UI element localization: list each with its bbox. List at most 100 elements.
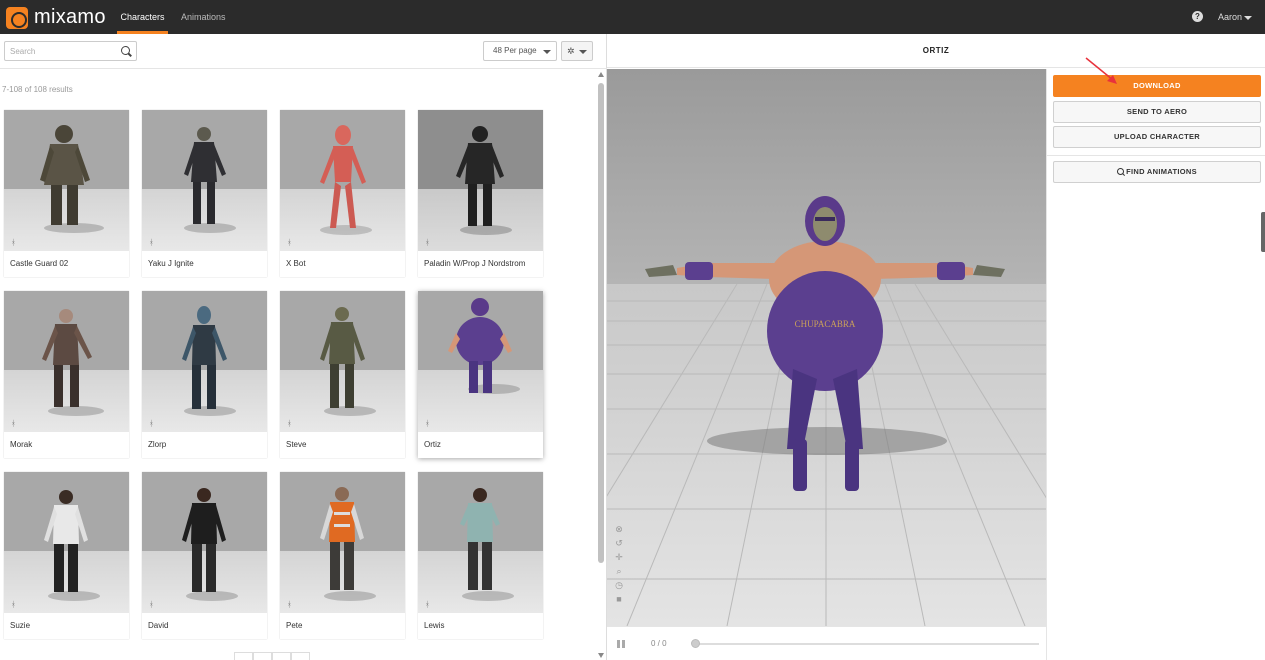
rig-icon: ᚼ xyxy=(11,238,16,247)
character-thumbnail: ᚼ xyxy=(418,110,543,251)
action-panel: DOWNLOAD SEND TO AERO UPLOAD CHARACTER F… xyxy=(1046,69,1265,660)
help-icon[interactable]: ? xyxy=(1192,11,1203,22)
search-input[interactable] xyxy=(10,45,115,58)
tab-characters[interactable]: Characters xyxy=(117,0,168,34)
per-page-value: 48 Per page xyxy=(493,46,537,55)
send-to-aero-button[interactable]: SEND TO AERO xyxy=(1053,101,1261,123)
scroll-up-arrow-icon[interactable] xyxy=(598,72,604,77)
character-thumbnail: ᚼ xyxy=(142,472,267,613)
character-name: Lewis xyxy=(424,621,445,630)
toolbar-divider xyxy=(0,68,607,69)
page-button[interactable] xyxy=(253,652,272,660)
character-card[interactable]: ᚼ Morak xyxy=(4,291,129,458)
character-card[interactable]: ᚼ Lewis xyxy=(418,472,543,639)
character-card[interactable]: ᚼ Yaku J Ignite xyxy=(142,110,267,277)
per-page-select[interactable]: 48 Per page xyxy=(483,41,557,61)
top-bar: mixamo Characters Animations ? Aaron xyxy=(0,0,1265,34)
upload-character-button[interactable]: UPLOAD CHARACTER xyxy=(1053,126,1261,148)
scroll-down-arrow-icon[interactable] xyxy=(598,653,604,658)
character-title: ORTIZ xyxy=(922,46,950,55)
results-count: 7-108 of 108 results xyxy=(2,85,73,94)
character-thumbnail: ᚼ xyxy=(142,110,267,251)
annotation-arrow-icon xyxy=(1085,57,1117,84)
rig-icon: ᚼ xyxy=(287,600,292,609)
rig-icon: ᚼ xyxy=(149,419,154,428)
gear-icon: ✲ xyxy=(566,46,575,56)
viewport-tools: ⊗ ↺ ✛ ⌕ ◷ ■ xyxy=(614,524,626,608)
reset-view-icon[interactable]: ⊗ xyxy=(614,524,624,534)
page-button[interactable] xyxy=(291,652,310,660)
character-card[interactable]: ᚼ Steve xyxy=(280,291,405,458)
viewer-header: ORTIZ xyxy=(607,34,1265,68)
rotate-icon[interactable]: ↺ xyxy=(614,538,624,548)
chevron-down-icon xyxy=(579,49,588,54)
search-icon[interactable] xyxy=(121,46,130,55)
scene-render xyxy=(607,69,1046,626)
mixamo-logo-icon xyxy=(6,6,28,29)
rig-icon: ᚼ xyxy=(149,238,154,247)
side-panel-tab[interactable] xyxy=(1261,212,1265,252)
scrollbar[interactable] xyxy=(596,70,606,660)
character-name: Morak xyxy=(10,440,33,449)
scroll-thumb[interactable] xyxy=(598,83,604,563)
character-card[interactable]: ᚼ Paladin W/Prop J Nordstrom xyxy=(418,110,543,277)
character-name: Yaku J Ignite xyxy=(148,259,194,268)
character-name: Paladin W/Prop J Nordstrom xyxy=(424,259,526,268)
clock-icon[interactable]: ◷ xyxy=(614,580,624,590)
character-thumbnail: ᚼ xyxy=(280,110,405,251)
rig-icon: ᚼ xyxy=(425,419,430,428)
character-card-selected[interactable]: ᚼ Ortiz xyxy=(418,291,543,458)
character-thumbnail: ᚼ xyxy=(4,110,129,251)
pan-icon[interactable]: ✛ xyxy=(614,552,624,562)
rig-icon: ᚼ xyxy=(11,600,16,609)
rig-icon: ᚼ xyxy=(287,238,292,247)
tab-animations[interactable]: Animations xyxy=(181,0,226,34)
character-thumbnail: ᚼ xyxy=(280,291,405,432)
character-name: Suzie xyxy=(10,621,31,630)
character-card[interactable]: ᚼ Suzie xyxy=(4,472,129,639)
logo-text: mixamo xyxy=(34,6,106,28)
character-thumbnail: ᚼ xyxy=(280,472,405,613)
character-thumbnail: ᚼ xyxy=(418,472,543,613)
rig-icon: ᚼ xyxy=(425,600,430,609)
character-name: David xyxy=(148,621,169,630)
camera-icon[interactable]: ■ xyxy=(614,594,624,604)
chevron-down-icon xyxy=(543,50,551,54)
timeline-handle[interactable] xyxy=(691,639,700,648)
settings-button[interactable]: ✲ xyxy=(561,41,593,61)
character-thumbnail: ᚼ xyxy=(142,291,267,432)
character-card[interactable]: ᚼ David xyxy=(142,472,267,639)
character-thumbnail: ᚼ xyxy=(4,472,129,613)
character-name: Zlorp xyxy=(148,440,167,449)
user-name: Aaron xyxy=(1218,12,1243,22)
search-field[interactable] xyxy=(4,41,137,61)
find-animations-label: FIND ANIMATIONS xyxy=(1126,167,1197,176)
character-name: Ortiz xyxy=(424,440,441,449)
zoom-icon[interactable]: ⌕ xyxy=(614,566,624,576)
user-menu[interactable]: Aaron xyxy=(1218,0,1253,34)
rig-icon: ᚼ xyxy=(11,419,16,428)
rig-icon: ᚼ xyxy=(425,238,430,247)
character-thumbnail: ᚼ xyxy=(4,291,129,432)
action-divider xyxy=(1047,155,1265,156)
page-button[interactable] xyxy=(234,652,253,660)
pause-icon[interactable] xyxy=(617,640,625,648)
frame-counter: 0 / 0 xyxy=(651,639,667,648)
page-button[interactable] xyxy=(272,652,291,660)
chevron-down-icon xyxy=(1244,15,1253,20)
character-name: Castle Guard 02 xyxy=(10,259,69,268)
character-thumbnail: ᚼ xyxy=(418,291,543,432)
timeline-slider[interactable] xyxy=(691,639,1039,648)
character-card[interactable]: ᚼ Zlorp xyxy=(142,291,267,458)
character-browser: 48 Per page ✲ 7-108 of 108 results ᚼ Ca xyxy=(0,34,607,660)
mixamo-logo[interactable]: mixamo xyxy=(6,6,106,29)
3d-viewport[interactable]: CHUPACABRA ⊗ ↺ ✛ ⌕ ◷ ■ xyxy=(607,69,1046,626)
character-name: X Bot xyxy=(286,259,306,268)
character-card[interactable]: ᚼ Castle Guard 02 xyxy=(4,110,129,277)
character-card[interactable]: ᚼ X Bot xyxy=(280,110,405,277)
pagination xyxy=(234,652,310,660)
character-card[interactable]: ᚼ Pete xyxy=(280,472,405,639)
find-animations-button[interactable]: FIND ANIMATIONS xyxy=(1053,161,1261,183)
character-name: Pete xyxy=(286,621,303,630)
search-icon xyxy=(1117,168,1125,175)
